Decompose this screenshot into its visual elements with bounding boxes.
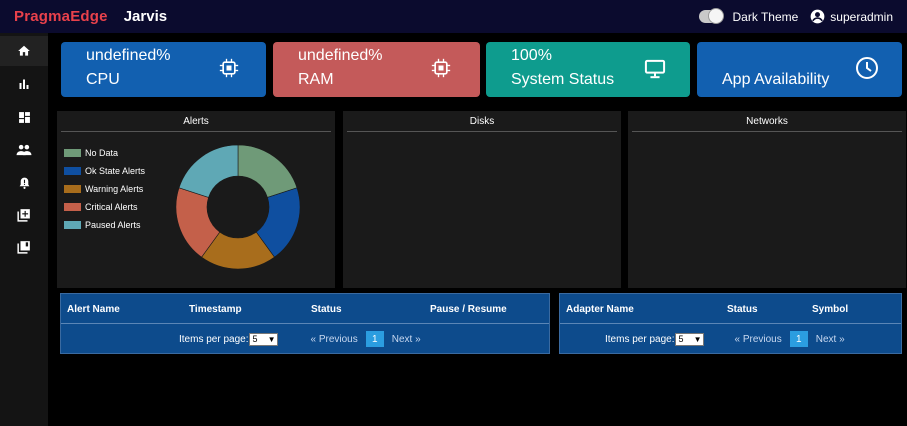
sidebar-item-home[interactable] [0,36,48,66]
divider [560,323,901,324]
cpu-label: CPU [86,71,120,88]
adapter-pagination: Items per page: 5 ▼ « Previous 1 Next » [605,331,845,347]
items-per-page-label: Items per page: [179,333,249,345]
networks-panel-title: Networks [746,116,788,127]
next-page-link[interactable]: Next » [392,334,421,345]
divider [61,131,331,132]
app-name: Jarvis [123,8,168,25]
items-per-page-value: 5 [252,334,258,344]
alerts-legend: No Data Ok State Alerts Warning Alerts Crit… [64,144,145,234]
items-per-page-label: Items per page: [605,333,675,345]
divider [61,323,549,324]
legend-swatch [64,167,81,175]
donut-slice-no-data[interactable] [237,144,298,198]
legend-label: Ok State Alerts [85,166,146,176]
top-right-controls: Dark Theme superadmin [699,0,893,33]
legend-item[interactable]: Ok State Alerts [64,162,145,180]
sidebar-item-dashboard[interactable] [0,102,48,132]
next-page-link[interactable]: Next » [816,334,845,345]
sidebar [0,33,48,426]
sidebar-item-add[interactable] [0,200,48,230]
disks-panel-title: Disks [469,116,495,127]
system-status-label: System Status [511,71,615,88]
divider [347,131,617,132]
legend-label: Warning Alerts [85,184,144,194]
cpu-value: undefined% [86,47,171,64]
legend-label: Critical Alerts [85,202,138,212]
column-header-symbol[interactable]: Symbol [812,304,848,315]
adapter-table: Adapter Name Status Symbol Items per pag… [559,293,902,354]
app-availability-label: App Availability [722,71,830,88]
people-icon [16,144,32,156]
donut-slice-paused-alerts[interactable] [178,144,239,198]
page-number-button[interactable]: 1 [365,331,384,347]
app-availability-card: App Availability [697,42,902,97]
sidebar-item-users[interactable] [0,135,48,165]
column-header-timestamp[interactable]: Timestamp [189,304,242,315]
previous-page-link[interactable]: « Previous [310,334,357,345]
items-per-page-select[interactable]: 5 ▼ [675,332,705,346]
column-header-status[interactable]: Status [727,304,758,315]
username[interactable]: superadmin [830,10,893,24]
sidebar-item-alerts[interactable] [0,168,48,198]
chip-icon [219,58,239,83]
chevron-down-icon: ▼ [693,334,702,344]
column-header-adapter-name[interactable]: Adapter Name [566,304,634,315]
ram-label: RAM [298,71,334,88]
legend-item[interactable]: No Data [64,144,145,162]
bar-chart-icon [19,79,29,89]
alerts-pagination: Items per page: 5 ▼ « Previous 1 Next » [179,331,421,347]
dark-theme-toggle[interactable] [699,8,725,24]
monitor-icon [644,59,666,84]
add-box-icon [17,209,30,222]
legend-item[interactable]: Paused Alerts [64,216,145,234]
networks-panel: Networks [628,111,906,288]
ram-value: undefined% [298,47,383,64]
alerts-donut-chart[interactable] [174,143,302,271]
sidebar-item-library[interactable] [0,232,48,262]
system-status-card: 100% System Status [486,42,690,97]
previous-page-link[interactable]: « Previous [734,334,781,345]
cpu-card: undefined% CPU [61,42,266,97]
divider [632,131,902,132]
items-per-page-value: 5 [678,334,684,344]
legend-swatch [64,203,81,211]
alerts-panel-title: Alerts [183,116,209,127]
chip-icon [431,58,451,83]
ram-card: undefined% RAM [273,42,480,97]
column-header-pause-resume[interactable]: Pause / Resume [430,304,507,315]
dashboard-icon [18,111,30,123]
disks-panel: Disks [343,111,621,288]
system-status-value: 100% [511,47,552,64]
sidebar-item-reports[interactable] [0,69,48,99]
legend-label: Paused Alerts [85,220,141,230]
alert-bell-icon [19,177,29,189]
legend-swatch [64,221,81,229]
library-icon [17,241,30,254]
alerts-table: Alert Name Timestamp Status Pause / Resu… [60,293,550,354]
top-bar: PragmaEdge Jarvis Dark Theme superadmin [0,0,907,33]
legend-item[interactable]: Warning Alerts [64,180,145,198]
dark-theme-label: Dark Theme [732,9,799,24]
column-header-status[interactable]: Status [311,304,342,315]
legend-label: No Data [85,148,119,158]
chevron-down-icon: ▼ [267,334,276,344]
legend-swatch [64,149,81,157]
clock-icon [855,56,879,85]
toggle-knob [708,8,725,24]
column-header-alert-name[interactable]: Alert Name [67,304,120,315]
brand-logo[interactable]: PragmaEdge [14,8,108,25]
legend-item[interactable]: Critical Alerts [64,198,145,216]
legend-swatch [64,185,81,193]
alerts-panel: Alerts No Data Ok State Alerts Warning Ale… [57,111,335,288]
home-icon [18,45,30,56]
items-per-page-select[interactable]: 5 ▼ [249,332,279,346]
page-number-button[interactable]: 1 [789,331,808,347]
account-circle-icon[interactable] [810,9,825,24]
